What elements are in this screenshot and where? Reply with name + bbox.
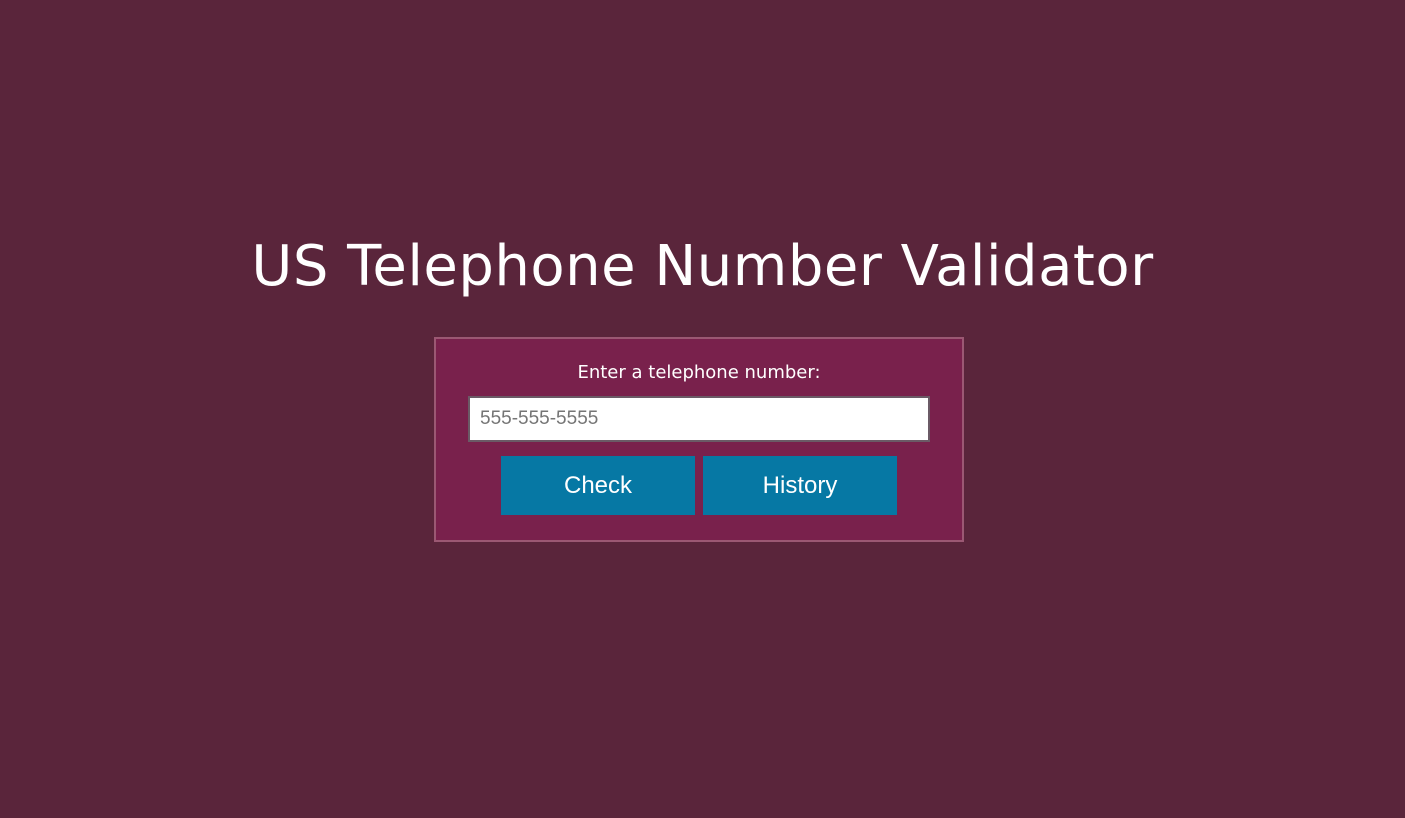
input-label: Enter a telephone number: [577, 362, 821, 383]
history-button[interactable]: History [703, 456, 897, 515]
check-button[interactable]: Check [501, 456, 695, 515]
validator-panel: Enter a telephone number: Check History [434, 337, 964, 542]
page-title: US Telephone Number Validator [251, 234, 1154, 299]
phone-number-input[interactable] [468, 396, 930, 442]
